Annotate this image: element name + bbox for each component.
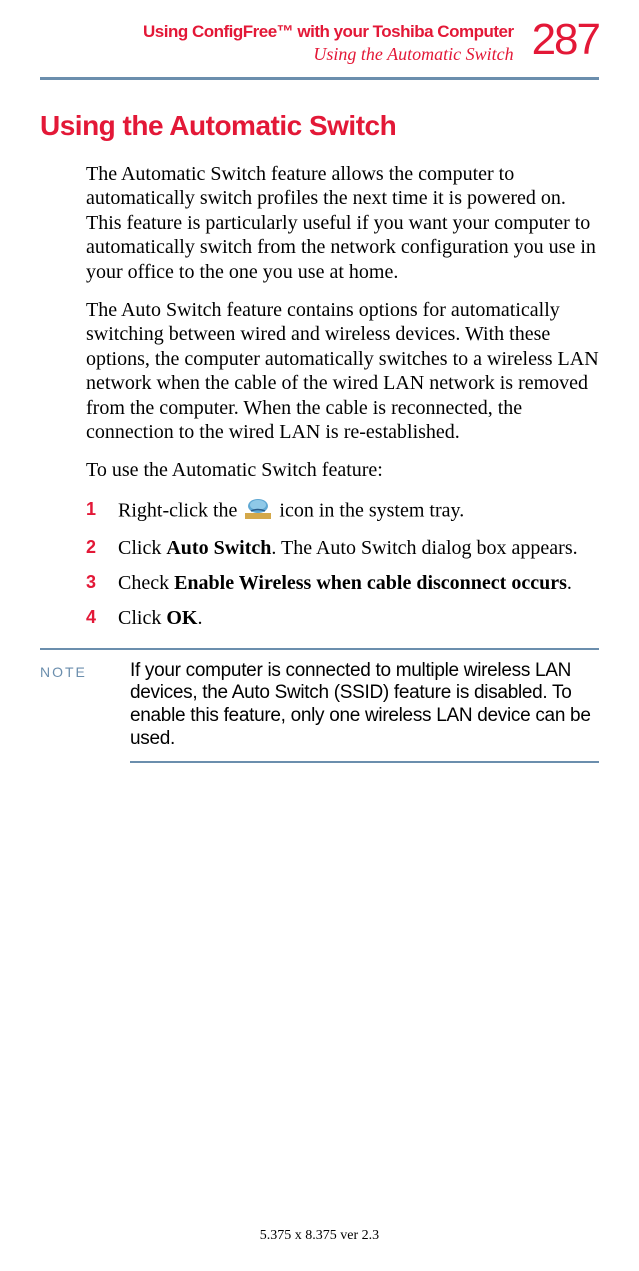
page-container: Using ConfigFree™ with your Toshiba Comp… bbox=[0, 0, 639, 1271]
paragraph-3: To use the Automatic Switch feature: bbox=[86, 458, 599, 482]
step-bold: Enable Wireless when cable disconnect oc… bbox=[174, 572, 567, 594]
main-heading: Using the Automatic Switch bbox=[40, 110, 599, 142]
header-text-block: Using ConfigFree™ with your Toshiba Comp… bbox=[143, 18, 514, 65]
note-text: If your computer is connected to multipl… bbox=[130, 660, 599, 751]
page-number: 287 bbox=[532, 18, 599, 62]
step-text: Check Enable Wireless when cable disconn… bbox=[118, 570, 599, 597]
step-number: 2 bbox=[86, 535, 118, 559]
step-text: Right-click the icon in the system tray. bbox=[118, 497, 599, 527]
step-item-3: 3 Check Enable Wireless when cable disco… bbox=[86, 570, 599, 597]
step-post: icon in the system tray. bbox=[274, 499, 464, 521]
body-content: The Automatic Switch feature allows the … bbox=[40, 162, 599, 632]
step-number: 4 bbox=[86, 605, 118, 629]
step-number: 1 bbox=[86, 497, 118, 521]
step-text: Click OK. bbox=[118, 605, 599, 632]
note-divider-bottom bbox=[130, 761, 599, 763]
step-pre: Click bbox=[118, 607, 166, 629]
step-post: . bbox=[197, 607, 202, 629]
section-subtitle: Using the Automatic Switch bbox=[143, 44, 514, 65]
step-post: . bbox=[567, 572, 572, 594]
step-pre: Click bbox=[118, 537, 166, 559]
step-pre: Right-click the bbox=[118, 499, 242, 521]
paragraph-2: The Auto Switch feature contains options… bbox=[86, 298, 599, 444]
step-item-1: 1 Right-click the icon in the system tra… bbox=[86, 497, 599, 527]
step-post: . The Auto Switch dialog box appears. bbox=[271, 537, 577, 559]
page-header: Using ConfigFree™ with your Toshiba Comp… bbox=[40, 18, 599, 65]
step-number: 3 bbox=[86, 570, 118, 594]
page-footer: 5.375 x 8.375 ver 2.3 bbox=[0, 1228, 639, 1244]
step-list: 1 Right-click the icon in the system tra… bbox=[86, 497, 599, 632]
step-bold: OK bbox=[166, 607, 197, 629]
note-label: NOTE bbox=[40, 660, 130, 680]
configfree-tray-icon bbox=[245, 497, 271, 527]
paragraph-1: The Automatic Switch feature allows the … bbox=[86, 162, 599, 284]
chapter-title: Using ConfigFree™ with your Toshiba Comp… bbox=[143, 22, 514, 42]
step-text: Click Auto Switch. The Auto Switch dialo… bbox=[118, 535, 599, 562]
step-bold: Auto Switch bbox=[166, 537, 271, 559]
step-pre: Check bbox=[118, 572, 174, 594]
header-divider bbox=[40, 77, 599, 80]
step-item-2: 2 Click Auto Switch. The Auto Switch dia… bbox=[86, 535, 599, 562]
step-item-4: 4 Click OK. bbox=[86, 605, 599, 632]
note-block: NOTE If your computer is connected to mu… bbox=[40, 650, 599, 761]
